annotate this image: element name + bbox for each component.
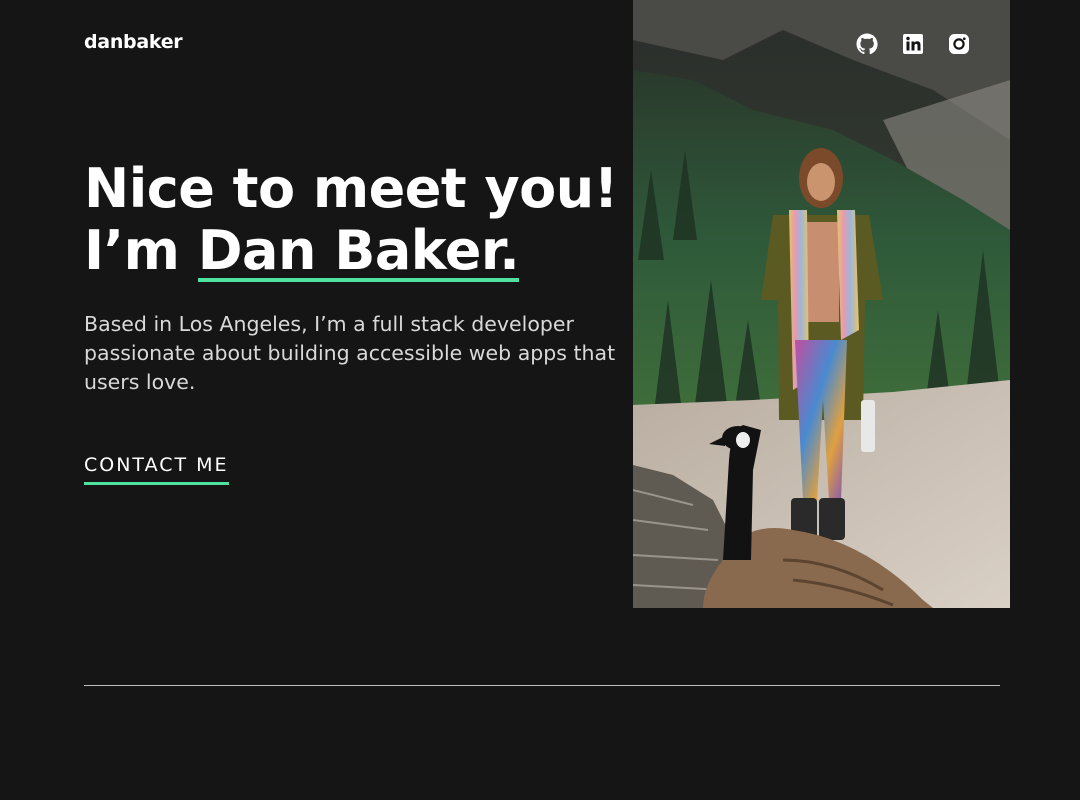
social-links bbox=[855, 32, 971, 56]
portfolio-page: danbaker Nice to meet you! I’m Dan Baker… bbox=[0, 0, 1080, 800]
headline-name: Dan Baker. bbox=[197, 219, 520, 282]
instagram-icon bbox=[949, 34, 969, 54]
hero-headline: Nice to meet you! I’m Dan Baker. bbox=[84, 158, 618, 282]
linkedin-icon bbox=[903, 34, 923, 54]
github-icon bbox=[856, 33, 878, 55]
instagram-link[interactable] bbox=[947, 32, 971, 56]
hero-intro: Based in Los Angeles, I’m a full stack d… bbox=[84, 312, 616, 394]
linkedin-link[interactable] bbox=[901, 32, 925, 56]
headline-prefix: I’m bbox=[84, 219, 198, 282]
contact-me-link[interactable]: CONTACT ME bbox=[84, 454, 229, 485]
headline-greeting: Nice to meet you! bbox=[84, 157, 618, 220]
site-logo[interactable]: danbaker bbox=[84, 31, 183, 53]
profile-photo bbox=[633, 0, 1010, 608]
github-link[interactable] bbox=[855, 32, 879, 56]
section-divider bbox=[84, 685, 1000, 686]
